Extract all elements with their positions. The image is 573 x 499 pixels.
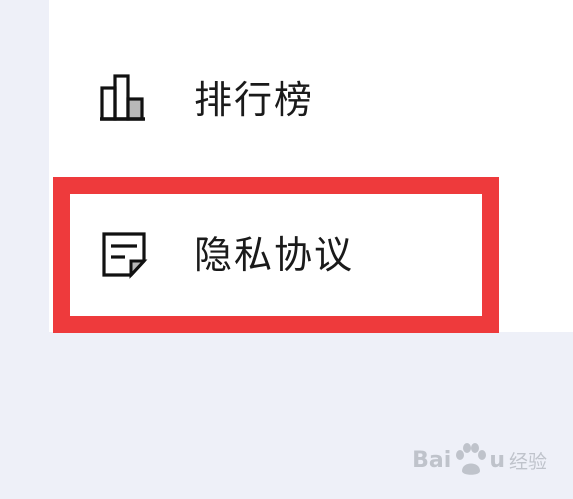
document-note-icon bbox=[102, 232, 148, 279]
menu-item-label: 隐私协议 bbox=[194, 233, 355, 277]
watermark-brand-right: u bbox=[489, 447, 505, 473]
bar-chart-icon bbox=[100, 74, 145, 121]
menu-panel: 排行榜 隐私协议 bbox=[49, 0, 573, 332]
menu-item-privacy-agreement[interactable]: 隐私协议 bbox=[49, 210, 573, 300]
menu-item-ranking[interactable]: 排行榜 bbox=[49, 60, 573, 140]
watermark-brand-left: Bai bbox=[412, 447, 452, 473]
watermark: Bai u 经验 bbox=[412, 443, 547, 477]
paw-icon bbox=[456, 443, 487, 475]
watermark-subtitle: 经验 bbox=[508, 450, 547, 473]
menu-item-label: 排行榜 bbox=[194, 78, 315, 122]
